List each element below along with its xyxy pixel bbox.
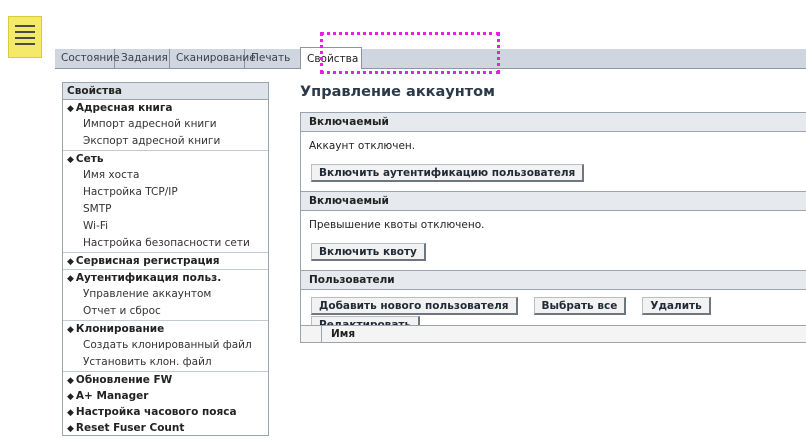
sidebar-section-fw-update: ◆ Обновление FW ◆ A+ Manager ◆ Настройка ча… — [63, 372, 268, 436]
users-section-header: Пользователи — [301, 270, 806, 290]
sidebar-item-smtp[interactable]: SMTP — [63, 201, 268, 218]
add-user-button[interactable]: Добавить нового пользователя — [311, 297, 518, 315]
sidebar-title-service-registration[interactable]: ◆ Сервисная регистрация — [63, 253, 268, 269]
account-section-header: Включаемый — [301, 113, 806, 132]
sidebar-section-address-book: ◆ Адресная книга Импорт адресной книги Эк… — [63, 100, 268, 151]
sidebar-item-account-management[interactable]: Управление аккаунтом — [63, 286, 268, 303]
sidebar-item-report-reset[interactable]: Отчет и сброс — [63, 303, 268, 320]
enable-user-auth-button[interactable]: Включить аутентификацию пользователя — [311, 164, 585, 182]
diamond-icon: ◆ — [67, 392, 74, 402]
users-button-row: Добавить нового пользователя Выбрать все У… — [301, 290, 806, 334]
account-status-text: Аккаунт отключен. — [309, 140, 416, 152]
sidebar-item-network-security[interactable]: Настройка безопасности сети — [63, 235, 268, 252]
document-icon[interactable] — [8, 16, 42, 58]
sidebar-section-service-registration: ◆ Сервисная регистрация — [63, 253, 268, 270]
sidebar-title-timezone[interactable]: ◆ Настройка часового пояса — [63, 404, 268, 420]
diamond-icon: ◆ — [67, 325, 74, 335]
diamond-icon: ◆ — [67, 376, 74, 386]
sidebar-title-a-plus-manager[interactable]: ◆ A+ Manager — [63, 388, 268, 404]
diamond-icon: ◆ — [67, 274, 74, 284]
sidebar-title-user-auth[interactable]: ◆ Аутентификация польз. — [63, 270, 268, 286]
users-table-header: Имя — [301, 325, 806, 342]
sidebar-item-hostname[interactable]: Имя хоста — [63, 167, 268, 184]
sidebar-section-user-auth: ◆ Аутентификация польз. Управление аккаун… — [63, 270, 268, 321]
sidebar-title-address-book[interactable]: ◆ Адресная книга — [63, 100, 268, 116]
tab-properties[interactable]: Свойства — [300, 47, 362, 69]
sidebar-title-reset-fuser-count[interactable]: ◆ Reset Fuser Count — [63, 420, 268, 436]
quota-button-row: Включить квоту — [301, 239, 806, 270]
select-column-header[interactable] — [301, 326, 322, 342]
delete-button[interactable]: Удалить — [642, 297, 711, 315]
quota-section-header: Включаемый — [301, 191, 806, 211]
select-all-button[interactable]: Выбрать все — [533, 297, 627, 315]
tab-jobs[interactable]: Задания — [115, 49, 170, 68]
tab-scan[interactable]: Сканирование — [170, 49, 256, 68]
sidebar-item-create-clone[interactable]: Создать клонированный файл — [63, 337, 268, 354]
account-button-row: Включить аутентификацию пользователя — [301, 160, 806, 191]
diamond-icon: ◆ — [67, 408, 74, 418]
diamond-icon: ◆ — [67, 257, 74, 267]
tab-status[interactable]: Состояние — [55, 49, 120, 68]
sidebar-section-cloning: ◆ Клонирование Создать клонированный файл… — [63, 321, 268, 372]
diamond-icon: ◆ — [67, 104, 74, 114]
sidebar-section-network: ◆ Сеть Имя хоста Настройка TCP/IP SMTP Wi… — [63, 151, 268, 253]
main-content: Управление аккаунтом Включаемый Аккаунт … — [300, 82, 806, 343]
sidebar-title-cloning[interactable]: ◆ Клонирование — [63, 321, 268, 337]
page-title: Управление аккаунтом — [300, 84, 495, 100]
sidebar: Свойства ◆ Адресная книга Импорт адресной… — [62, 82, 269, 436]
name-column-header[interactable]: Имя — [331, 326, 355, 342]
diamond-icon: ◆ — [67, 424, 74, 434]
tab-bar: Состояние Задания Сканирование Печать Св… — [55, 47, 806, 69]
sidebar-item-tcpip[interactable]: Настройка TCP/IP — [63, 184, 268, 201]
sidebar-item-install-clone[interactable]: Установить клон. файл — [63, 354, 268, 371]
sidebar-item-export-address-book[interactable]: Экспорт адресной книги — [63, 133, 268, 150]
sidebar-title-network[interactable]: ◆ Сеть — [63, 151, 268, 167]
sidebar-header: Свойства — [63, 83, 268, 100]
settings-panel: Включаемый Аккаунт отключен. Включить ау… — [300, 112, 806, 343]
quota-status-text: Превышение квоты отключено. — [309, 219, 485, 231]
sidebar-item-import-address-book[interactable]: Импорт адресной книги — [63, 116, 268, 133]
sidebar-title-fw-update[interactable]: ◆ Обновление FW — [63, 372, 268, 388]
tab-print[interactable]: Печать — [245, 49, 300, 68]
diamond-icon: ◆ — [67, 155, 74, 165]
enable-quota-button[interactable]: Включить квоту — [311, 243, 426, 261]
sidebar-item-wifi[interactable]: Wi-Fi — [63, 218, 268, 235]
